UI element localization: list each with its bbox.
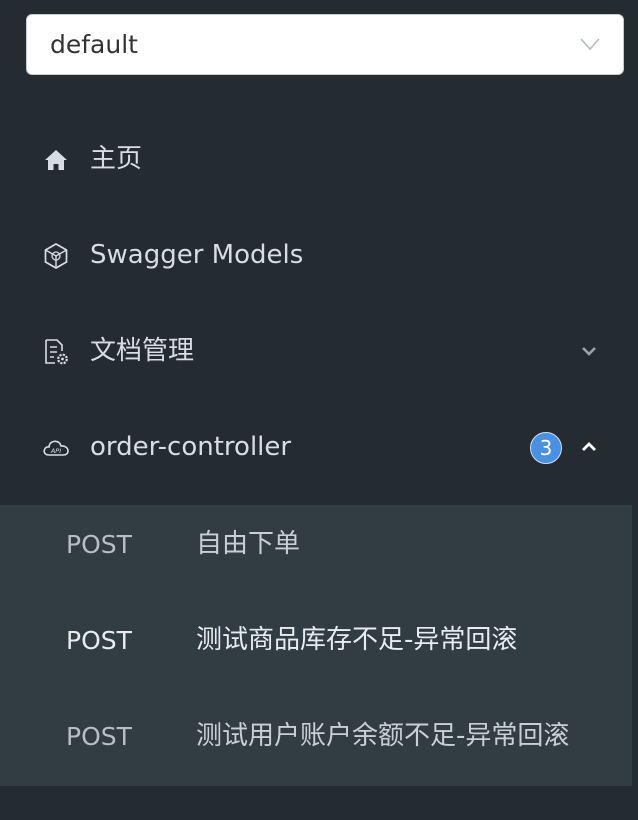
- nav-item-home[interactable]: 主页: [0, 112, 638, 208]
- nav-label-home: 主页: [90, 144, 143, 174]
- nav-item-doc-management[interactable]: 文档管理: [0, 304, 638, 400]
- nav-label-order-controller: order-controller: [90, 432, 292, 462]
- chevron-up-icon[interactable]: [580, 440, 598, 454]
- chevron-down-icon: [580, 38, 600, 51]
- home-icon: [45, 150, 67, 170]
- http-method: POST: [66, 626, 132, 655]
- endpoint-label: 测试商品库存不足-异常回滚: [196, 625, 518, 655]
- cloud-api-icon: API: [43, 440, 69, 456]
- group-select[interactable]: default: [26, 14, 624, 75]
- nav-item-order-controller[interactable]: API order-controller 3: [0, 400, 638, 496]
- nav-label-doc-management: 文档管理: [90, 336, 195, 366]
- http-method: POST: [66, 722, 132, 751]
- http-method: POST: [66, 530, 132, 559]
- endpoint-submenu: POST 自由下单 POST 测试商品库存不足-异常回滚 POST 测试用户账户…: [0, 505, 632, 786]
- nav-label-swagger-models: Swagger Models: [90, 240, 304, 270]
- count-badge: 3: [530, 432, 562, 464]
- endpoint-item[interactable]: POST 自由下单: [0, 505, 632, 599]
- group-select-value: default: [50, 30, 138, 59]
- cube-icon: [44, 243, 68, 269]
- endpoint-item[interactable]: POST 测试商品库存不足-异常回滚: [0, 601, 632, 695]
- nav-item-swagger-models[interactable]: Swagger Models: [0, 208, 638, 304]
- endpoint-label: 测试用户账户余额不足-异常回滚: [196, 721, 570, 751]
- document-settings-icon: [45, 339, 68, 365]
- svg-text:API: API: [50, 447, 61, 455]
- chevron-down-icon[interactable]: [580, 344, 598, 358]
- endpoint-label: 自由下单: [196, 529, 301, 559]
- endpoint-item[interactable]: POST 测试用户账户余额不足-异常回滚: [0, 697, 632, 791]
